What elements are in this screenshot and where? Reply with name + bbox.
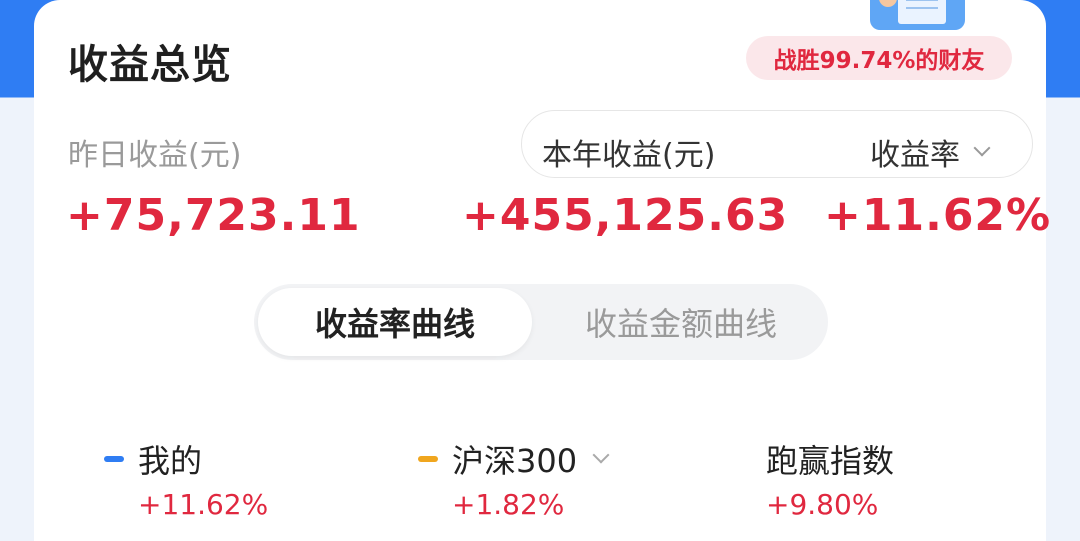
page-title: 收益总览: [68, 42, 232, 88]
mascot-illustration: [870, 0, 965, 30]
legend-label-hs300: 沪深300: [452, 442, 578, 480]
legend-item-outperform: 跑赢指数: [766, 436, 894, 482]
return-rate-selector-label: 收益率: [870, 138, 960, 173]
year-earnings-label: 本年收益(元): [542, 138, 716, 173]
legend-item-hs300[interactable]: 沪深300: [418, 436, 610, 482]
return-rate-selector[interactable]: 收益率: [870, 130, 991, 174]
legend-label-outperform: 跑赢指数: [766, 442, 895, 480]
legend-value-outperform: +9.80%: [766, 488, 879, 521]
tab-earnings-amount-curve[interactable]: 收益金额曲线: [538, 288, 824, 356]
chevron-down-icon: [973, 139, 991, 157]
legend-value-hs300: +1.82%: [452, 488, 565, 521]
mine-line-icon: [104, 456, 124, 462]
yesterday-earnings-value: +75,723.11: [66, 190, 361, 241]
legend-item-mine[interactable]: 我的: [104, 436, 202, 482]
yesterday-earnings-label: 昨日收益(元): [68, 138, 242, 173]
chevron-down-icon: [592, 446, 610, 464]
tab-return-rate-curve[interactable]: 收益率曲线: [258, 288, 532, 356]
ranking-badge[interactable]: 战胜99.74%的财友: [746, 36, 1012, 80]
legend-label-mine: 我的: [138, 442, 203, 480]
return-rate-value: +11.62%: [824, 190, 1052, 241]
hs300-line-icon: [418, 456, 438, 462]
year-earnings-value: +455,125.63: [462, 190, 789, 241]
legend-value-mine: +11.62%: [138, 488, 269, 521]
